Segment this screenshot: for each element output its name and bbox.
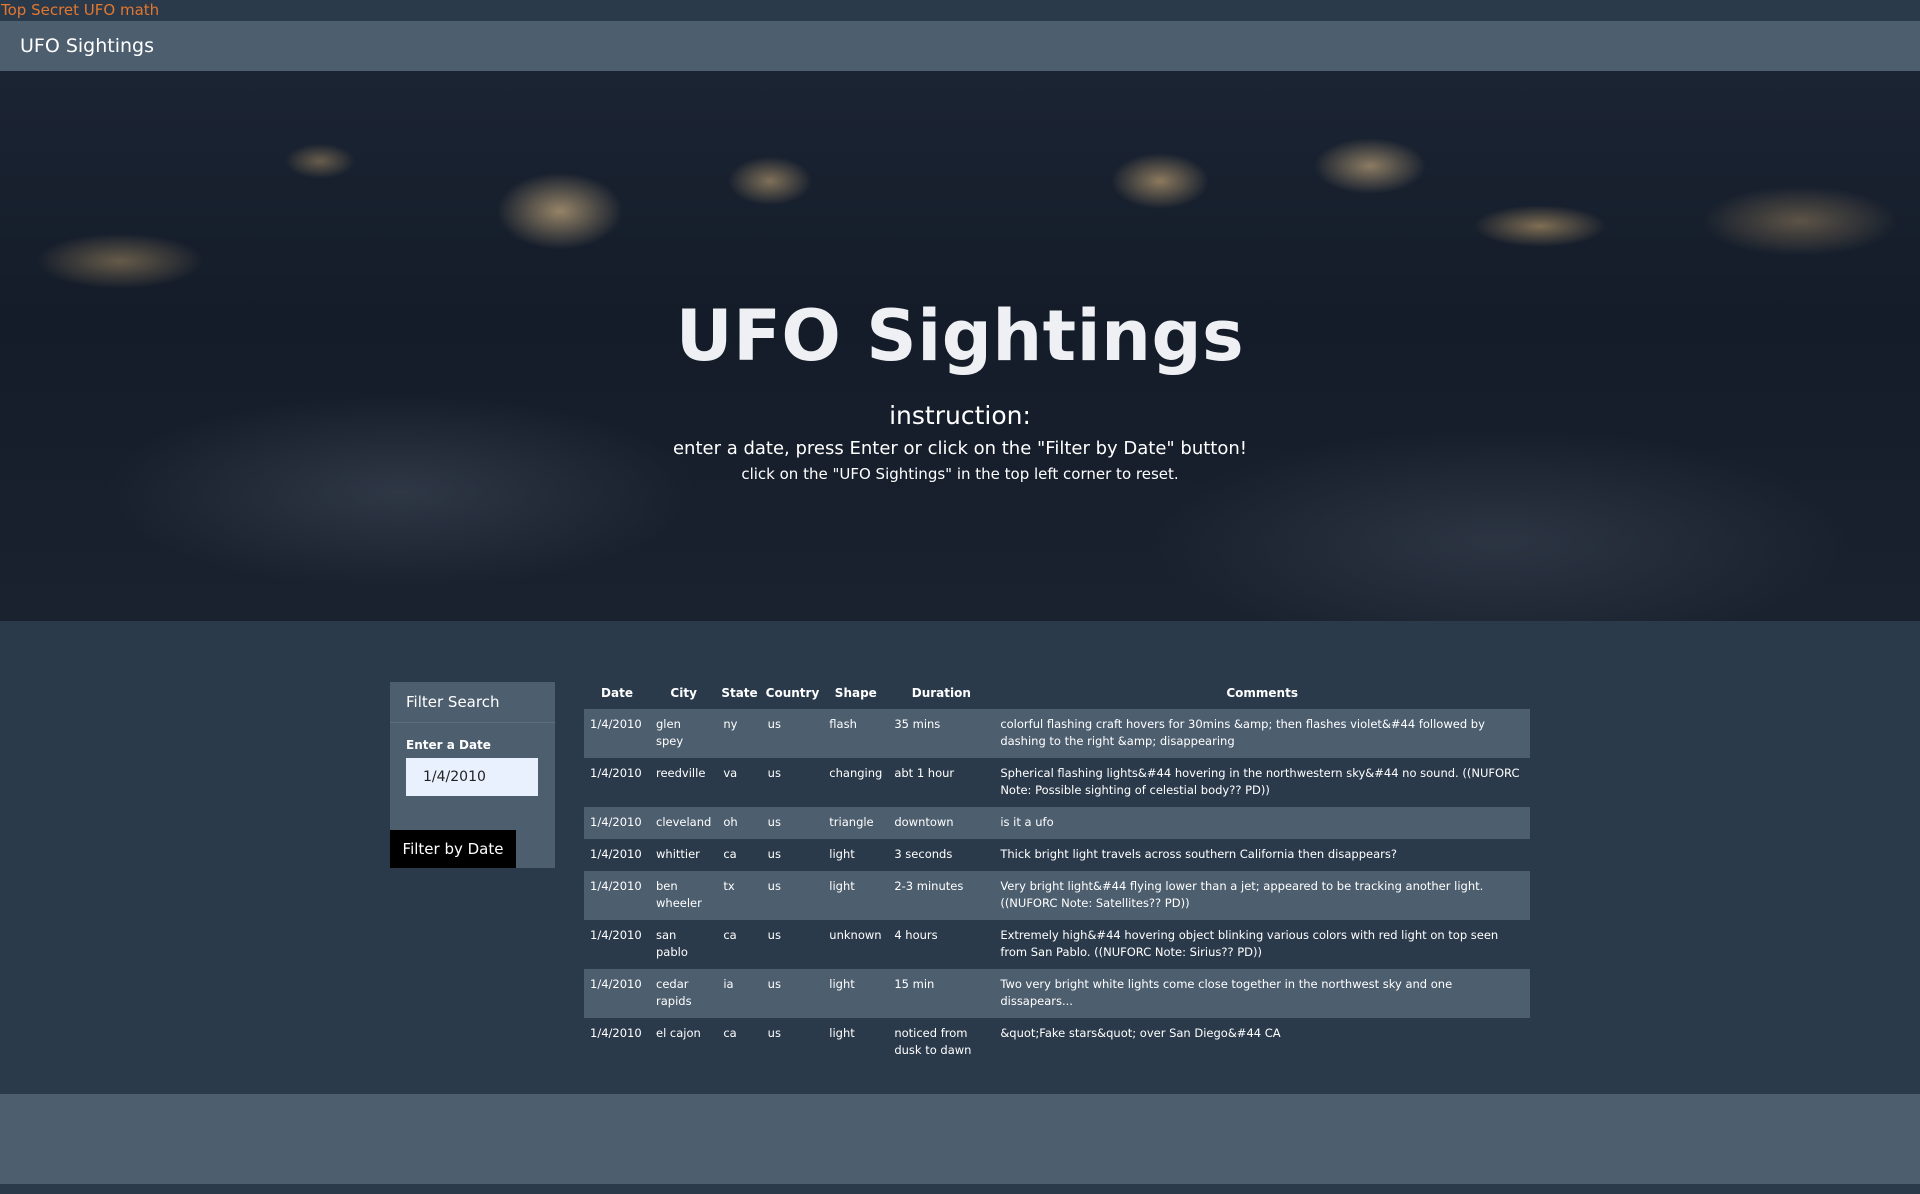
filter-panel: Filter Search Enter a Date Filter by Dat… <box>390 682 555 868</box>
cell-city: whittier <box>656 847 700 861</box>
cell-state: oh <box>723 815 738 829</box>
cell-shape: triangle <box>829 815 874 829</box>
table-row: 1/4/2010 san pablo ca us unknown 4 hours… <box>584 920 1530 969</box>
cell-city: el cajon <box>656 1026 701 1040</box>
cell-state: tx <box>723 879 735 893</box>
navbar-brand-reset-link[interactable]: UFO Sightings <box>20 35 154 57</box>
cell-duration: 35 mins <box>894 717 941 731</box>
cell-duration: 4 hours <box>894 928 938 942</box>
cell-country: us <box>767 766 781 780</box>
hero-content: UFO Sightings instruction: enter a date,… <box>0 291 1920 483</box>
cell-state: ca <box>723 1026 737 1040</box>
cell-state: ny <box>723 717 738 731</box>
hero-title: UFO Sightings <box>675 295 1245 377</box>
cell-comments: Two very bright white lights come close … <box>1000 977 1453 1008</box>
cell-date: 1/4/2010 <box>590 879 642 893</box>
cell-shape: light <box>829 847 855 861</box>
cell-city: san pablo <box>656 928 688 959</box>
cell-state: ia <box>723 977 734 991</box>
table-header-row: Date City State Country Shape Duration C… <box>584 677 1530 709</box>
table-row: 1/4/2010 el cajon ca us light noticed fr… <box>584 1018 1530 1067</box>
cell-state: ca <box>723 847 737 861</box>
column-header-city: City <box>670 686 697 700</box>
navbar: UFO Sightings <box>0 21 1920 71</box>
cell-duration: 2-3 minutes <box>894 879 964 893</box>
cell-comments: colorful flashing craft hovers for 30min… <box>1000 717 1485 748</box>
top-secret-link[interactable]: Top Secret UFO math <box>0 0 1920 21</box>
column-header-state: State <box>721 686 758 700</box>
cell-country: us <box>767 977 781 991</box>
cell-duration: abt 1 hour <box>894 766 955 780</box>
cell-comments: Thick bright light travels across southe… <box>1000 847 1397 861</box>
table-row: 1/4/2010 cleveland oh us triangle downto… <box>584 807 1530 839</box>
sightings-table: Date City State Country Shape Duration C… <box>584 677 1530 1067</box>
cell-date: 1/4/2010 <box>590 717 642 731</box>
hero-instruction-heading: instruction: <box>889 401 1031 430</box>
cell-city: cedar rapids <box>656 977 692 1008</box>
filter-panel-heading: Filter Search <box>390 682 555 723</box>
date-input-label: Enter a Date <box>406 738 491 752</box>
table-row: 1/4/2010 whittier ca us light 3 seconds … <box>584 839 1530 871</box>
cell-comments: Spherical flashing lights&#44 hovering i… <box>1000 766 1520 797</box>
cell-city: cleveland <box>656 815 712 829</box>
cell-country: us <box>767 847 781 861</box>
cell-date: 1/4/2010 <box>590 977 642 991</box>
cell-shape: changing <box>829 766 883 780</box>
sightings-table-container: Date City State Country Shape Duration C… <box>584 677 1530 1067</box>
cell-shape: flash <box>829 717 857 731</box>
column-header-country: Country <box>765 686 820 700</box>
cell-date: 1/4/2010 <box>590 1026 642 1040</box>
cell-comments: Extremely high&#44 hovering object blink… <box>1000 928 1499 959</box>
cell-comments: is it a ufo <box>1000 815 1054 829</box>
cell-city: glen spey <box>656 717 684 748</box>
footer <box>0 1094 1920 1184</box>
main-section: Filter Search Enter a Date Filter by Dat… <box>0 621 1920 1095</box>
cell-duration: noticed from dusk to dawn <box>894 1026 972 1057</box>
cell-city: ben wheeler <box>656 879 702 910</box>
column-header-duration: Duration <box>911 686 971 700</box>
table-row: 1/4/2010 cedar rapids ia us light 15 min… <box>584 969 1530 1018</box>
cell-state: ca <box>723 928 737 942</box>
cell-shape: unknown <box>829 928 882 942</box>
cell-state: va <box>723 766 738 780</box>
cell-date: 1/4/2010 <box>590 847 642 861</box>
hero-banner: UFO Sightings instruction: enter a date,… <box>0 71 1920 621</box>
cell-country: us <box>767 928 781 942</box>
hero-reset-hint: click on the "UFO Sightings" in the top … <box>741 465 1179 483</box>
cell-city: reedville <box>656 766 706 780</box>
table-row: 1/4/2010 reedville va us changing abt 1 … <box>584 758 1530 807</box>
cell-duration: downtown <box>894 815 954 829</box>
column-header-date: Date <box>601 686 633 700</box>
cell-comments: Very bright light&#44 flying lower than … <box>1000 879 1484 910</box>
cell-shape: light <box>829 879 855 893</box>
cell-date: 1/4/2010 <box>590 815 642 829</box>
cell-comments: &quot;Fake stars&quot; over San Diego&#4… <box>1000 1026 1281 1040</box>
column-header-comments: Comments <box>1226 686 1298 700</box>
date-input[interactable] <box>406 758 538 796</box>
hero-instruction-line: enter a date, press Enter or click on th… <box>672 438 1247 459</box>
cell-duration: 15 min <box>894 977 935 991</box>
table-row: 1/4/2010 ben wheeler tx us light 2-3 min… <box>584 871 1530 920</box>
cell-country: us <box>767 717 781 731</box>
cell-shape: light <box>829 977 855 991</box>
cell-country: us <box>767 1026 781 1040</box>
filter-by-date-button[interactable]: Filter by Date <box>390 830 516 868</box>
cell-country: us <box>767 815 781 829</box>
table-row: 1/4/2010 glen spey ny us flash 35 mins c… <box>584 709 1530 758</box>
cell-shape: light <box>829 1026 855 1040</box>
column-header-shape: Shape <box>834 686 877 700</box>
cell-date: 1/4/2010 <box>590 766 642 780</box>
cell-date: 1/4/2010 <box>590 928 642 942</box>
cell-country: us <box>767 879 781 893</box>
cell-duration: 3 seconds <box>894 847 953 861</box>
